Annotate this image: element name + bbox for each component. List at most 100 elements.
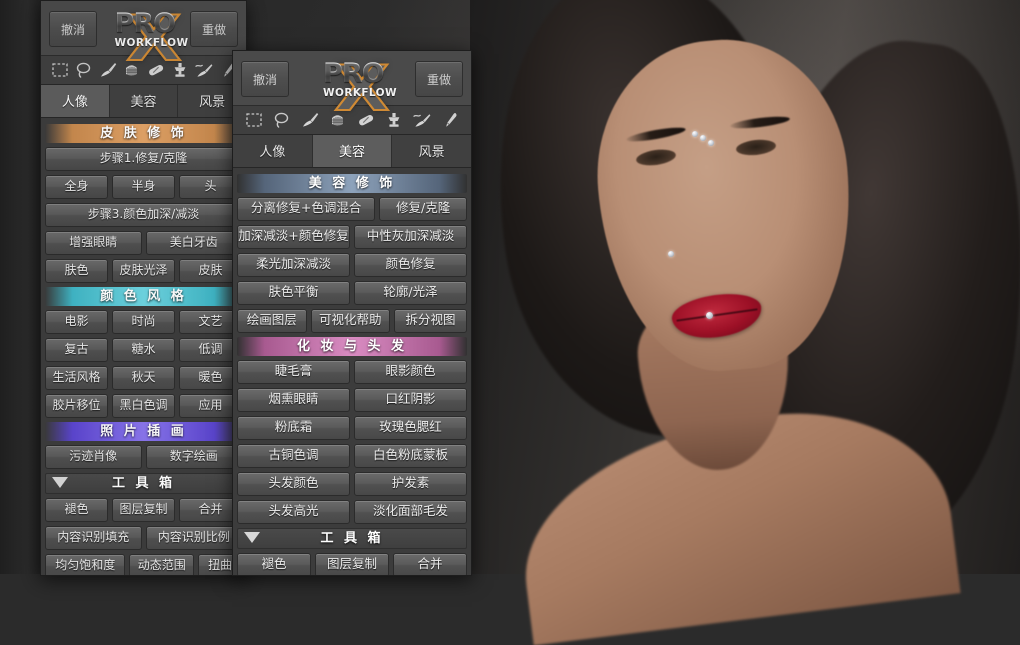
button-row: 步骤3.颜色加深/减淡 (45, 203, 242, 227)
action-button-轮廓-光泽[interactable]: 轮廓/光泽 (354, 281, 467, 305)
action-button-烟熏眼睛[interactable]: 烟熏眼睛 (237, 388, 350, 412)
action-button-步骤3-颜色加深-减淡[interactable]: 步骤3.颜色加深/减淡 (45, 203, 242, 227)
tab-label: 人像 (259, 145, 286, 160)
action-button-美白牙齿[interactable]: 美白牙齿 (145, 231, 242, 255)
redo-button-back[interactable]: 重做 (190, 11, 238, 47)
action-button-柔光加深减淡[interactable]: 柔光加深减淡 (237, 253, 350, 277)
action-button-修复-克隆[interactable]: 修复/克隆 (379, 197, 467, 221)
action-button-分离修复-色调混合[interactable]: 分离修复+色调混合 (237, 197, 376, 221)
action-button-头发高光[interactable]: 头发高光 (237, 500, 350, 524)
logo-workflow-text-back: WORKFLOW (114, 36, 189, 49)
button-row: 内容识别填充 内容识别比例 (45, 526, 242, 550)
action-button-黑白色调[interactable]: 黑白色调 (112, 394, 175, 418)
action-button-时尚[interactable]: 时尚 (112, 310, 175, 334)
action-button-皮肤光泽[interactable]: 皮肤光泽 (112, 259, 175, 283)
caret-down-icon[interactable] (52, 477, 68, 488)
button-row: 均匀饱和度 动态范围 扭曲 (45, 554, 242, 575)
tab-bar-back[interactable]: 人像 美容 风景 (41, 85, 246, 118)
action-button-粉底霜[interactable]: 粉底霜 (237, 416, 350, 440)
action-button-污迹肖像[interactable]: 污迹肖像 (45, 445, 142, 469)
action-button-褪色[interactable]: 褪色 (45, 498, 108, 522)
lasso-icon[interactable] (269, 110, 294, 130)
action-button-颜色修复[interactable]: 颜色修复 (354, 253, 467, 277)
mixer-brush-icon[interactable] (409, 110, 434, 130)
button-row: 粉底霜 玫瑰色腮红 (237, 416, 467, 440)
marquee-select-icon[interactable] (49, 60, 70, 80)
section-header-工具箱[interactable]: 工 具 箱 (45, 473, 242, 494)
caret-down-icon[interactable] (244, 532, 260, 543)
beauty-panel-window[interactable]: 撤消 PRO WORKFLOW X 重做 人像 美容 风景 美 容 修 饰分离修复+… (232, 50, 472, 576)
action-button-肤色[interactable]: 肤色 (45, 259, 108, 283)
action-button-玫瑰色腮红[interactable]: 玫瑰色腮红 (354, 416, 467, 440)
tab-美容-back[interactable]: 美容 (109, 85, 179, 117)
tab-风景[interactable]: 风景 (392, 135, 471, 167)
tab-人像-back[interactable]: 人像 (41, 85, 110, 117)
action-button-古铜色调[interactable]: 古铜色调 (237, 444, 350, 468)
brush-icon[interactable] (97, 60, 118, 80)
section-header-照片插画: 照 片 插 画 (45, 422, 242, 441)
app-logo-back: PRO WORKFLOW X (97, 1, 190, 76)
action-button-图层复制[interactable]: 图层复制 (315, 553, 389, 575)
pen-icon[interactable] (437, 110, 462, 130)
action-button-全身[interactable]: 全身 (45, 175, 108, 199)
action-button-均匀饱和度[interactable]: 均匀饱和度 (45, 554, 126, 575)
action-button-绘画图层[interactable]: 绘画图层 (237, 309, 307, 333)
piercing-lip-stud (706, 312, 713, 319)
section-header-工具箱[interactable]: 工 具 箱 (237, 528, 467, 549)
action-button-淡化面部毛发[interactable]: 淡化面部毛发 (354, 500, 467, 524)
lasso-icon[interactable] (73, 60, 94, 80)
tab-label: 风景 (418, 145, 445, 160)
action-button-褪色[interactable]: 褪色 (237, 553, 311, 575)
action-button-中性灰加深减淡[interactable]: 中性灰加深减淡 (354, 225, 467, 249)
action-button-增强眼睛[interactable]: 增强眼睛 (45, 231, 142, 255)
action-button-内容识别比例[interactable]: 内容识别比例 (145, 526, 242, 550)
undo-button[interactable]: 撤消 (241, 61, 289, 97)
action-button-眼影颜色[interactable]: 眼影颜色 (354, 360, 467, 384)
action-button-秋天[interactable]: 秋天 (112, 366, 175, 390)
section-title: 皮 肤 修 饰 (100, 126, 187, 141)
tab-label: 人像 (61, 95, 88, 110)
undo-button-back[interactable]: 撤消 (49, 11, 97, 47)
action-button-肤色平衡[interactable]: 肤色平衡 (237, 281, 350, 305)
action-button-护发素[interactable]: 护发素 (354, 472, 467, 496)
action-button-白色粉底蒙板[interactable]: 白色粉底蒙板 (354, 444, 467, 468)
action-button-加深减淡-颜色修复[interactable]: 加深减淡+颜色修复 (237, 225, 350, 249)
tab-label: 美容 (339, 145, 366, 160)
action-button-胶片移位[interactable]: 胶片移位 (45, 394, 108, 418)
logo-wordmark-back: PRO WORKFLOW (115, 10, 189, 49)
action-button-合并[interactable]: 合并 (393, 553, 467, 575)
action-button-动态范围[interactable]: 动态范围 (129, 554, 195, 575)
portrait-panel-window[interactable]: 撤消 PRO WORKFLOW X 重做 人像 美容 风景 皮 肤 修 饰步骤1.修… (40, 0, 247, 576)
logo-wordmark: PRO WORKFLOW (323, 60, 397, 99)
tab-bar[interactable]: 人像 美容 风景 (233, 135, 471, 168)
redo-button[interactable]: 重做 (415, 61, 463, 97)
marquee-select-icon[interactable] (241, 110, 266, 130)
action-button-内容识别填充[interactable]: 内容识别填充 (45, 526, 142, 550)
button-row: 胶片移位 黑白色调 应用 (45, 394, 242, 418)
button-row: 分离修复+色调混合 修复/克隆 (237, 197, 467, 221)
brush-icon[interactable] (297, 110, 322, 130)
action-button-拆分视图[interactable]: 拆分视图 (394, 309, 467, 333)
button-row: 加深减淡+颜色修复 中性灰加深减淡 (237, 225, 467, 249)
action-button-可视化帮助[interactable]: 可视化帮助 (310, 309, 391, 333)
action-button-口红阴影[interactable]: 口红阴影 (354, 388, 467, 412)
action-button-半身[interactable]: 半身 (112, 175, 175, 199)
mixer-brush-icon[interactable] (193, 60, 214, 80)
tab-人像[interactable]: 人像 (233, 135, 313, 167)
action-button-复古[interactable]: 复古 (45, 338, 108, 362)
action-button-数字绘画[interactable]: 数字绘画 (145, 445, 242, 469)
action-button-图层复制[interactable]: 图层复制 (112, 498, 175, 522)
left-edge-strip (0, 0, 40, 574)
action-button-步骤1-修复-克隆[interactable]: 步骤1.修复/克隆 (45, 147, 242, 171)
action-button-电影[interactable]: 电影 (45, 310, 108, 334)
action-button-头发颜色[interactable]: 头发颜色 (237, 472, 350, 496)
tab-美容[interactable]: 美容 (312, 135, 393, 167)
action-button-生活风格[interactable]: 生活风格 (45, 366, 108, 390)
button-row: 古铜色调 白色粉底蒙板 (237, 444, 467, 468)
action-button-糖水[interactable]: 糖水 (112, 338, 175, 362)
section-title: 照 片 插 画 (100, 424, 187, 439)
logo-workflow-text: WORKFLOW (323, 86, 397, 99)
action-button-睫毛膏[interactable]: 睫毛膏 (237, 360, 350, 384)
button-row: 增强眼睛 美白牙齿 (45, 231, 242, 255)
piercing-brow-stud-2 (700, 135, 706, 141)
